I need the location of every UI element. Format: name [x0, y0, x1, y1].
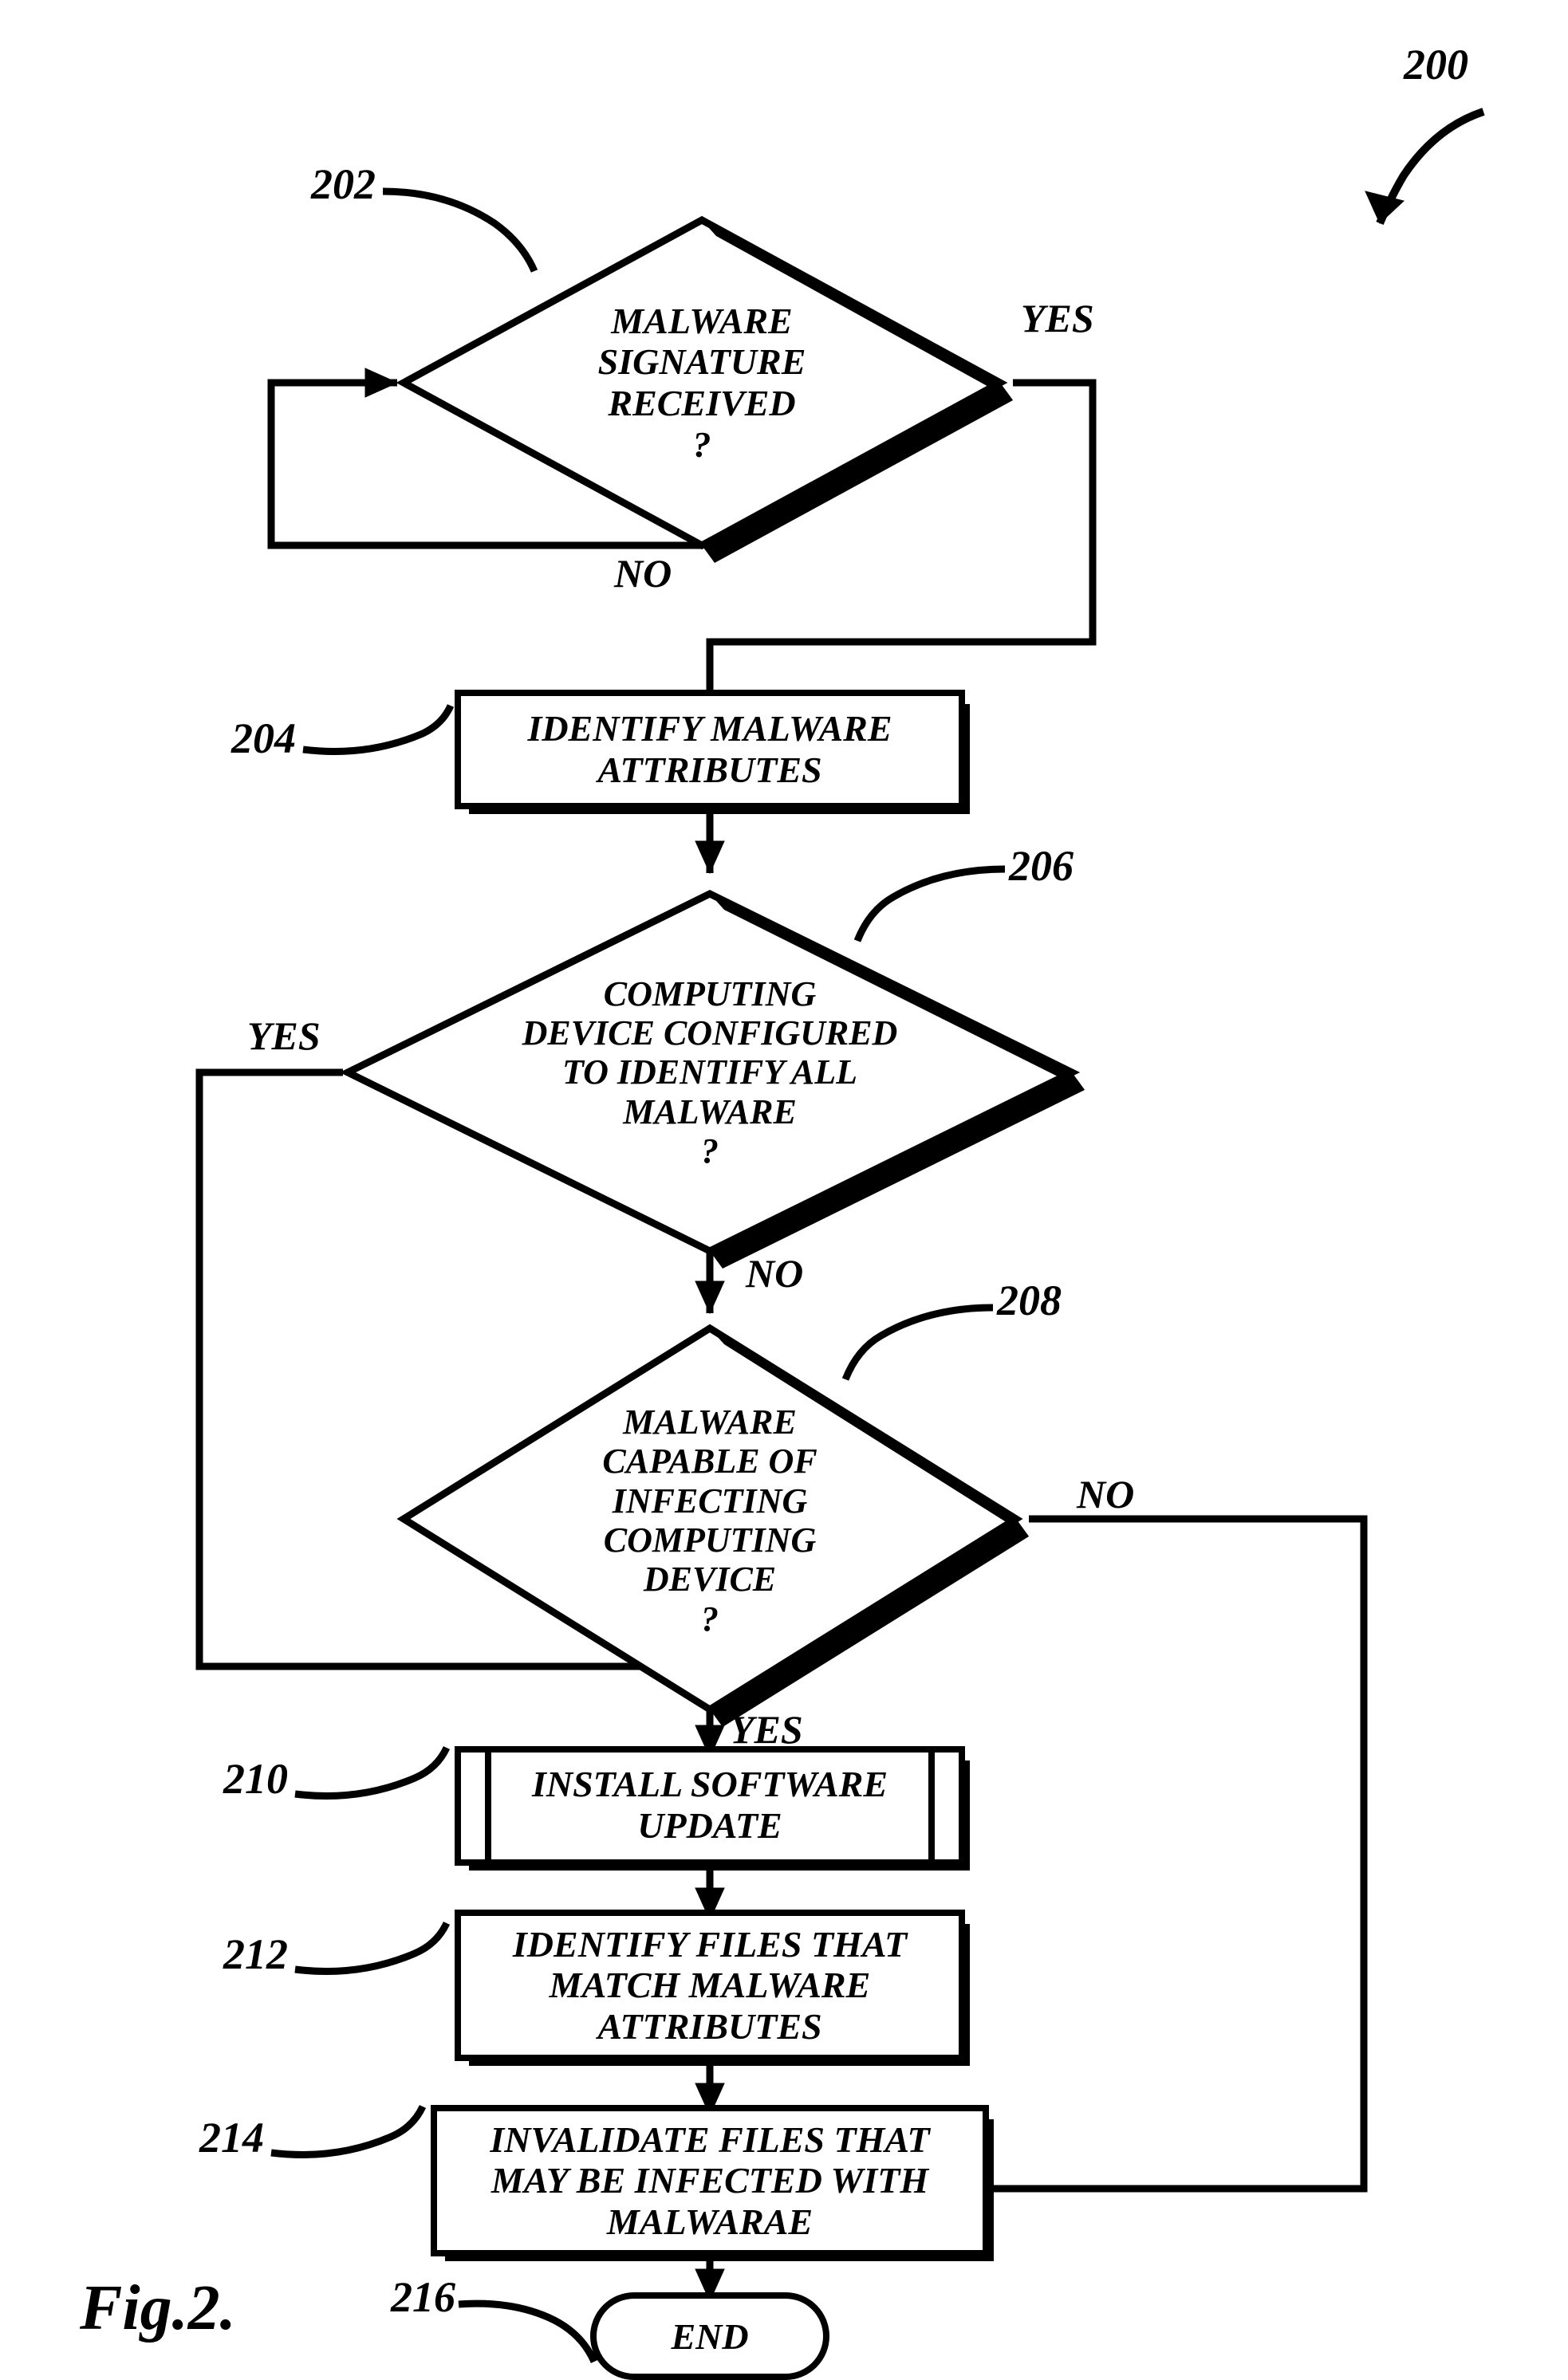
label-202-yes: YES — [1021, 295, 1094, 341]
ref-200: 200 — [1404, 40, 1468, 89]
ref-210: 210 — [223, 1754, 288, 1804]
lead-214 — [263, 2097, 431, 2185]
subroutine-210-text: INSTALL SOFTWARE UPDATE — [494, 1749, 925, 1861]
lead-204 — [295, 694, 455, 773]
process-214-text: INVALIDATE FILES THAT MAY BE INFECTED WI… — [431, 2109, 989, 2252]
text-span: END — [671, 2315, 748, 2358]
ref-212: 212 — [223, 1930, 288, 1979]
arrow-200 — [1356, 104, 1499, 231]
terminator-end: END — [590, 2292, 829, 2380]
label-206-no: NO — [746, 1250, 803, 1296]
figure-caption: Fig.2. — [80, 2272, 236, 2345]
ref-206: 206 — [1009, 841, 1074, 891]
label-206-yes: YES — [247, 1013, 321, 1059]
process-212-text: IDENTIFY FILES THAT MATCH MALWARE ATTRIB… — [455, 1914, 965, 2057]
text-span: INVALIDATE FILES THAT MAY BE INFECTED WI… — [490, 2119, 929, 2243]
process-204-text: IDENTIFY MALWARE ATTRIBUTES — [455, 694, 965, 805]
edge-202-yes — [702, 363, 1117, 698]
ref-202: 202 — [311, 159, 376, 209]
ref-208: 208 — [997, 1276, 1062, 1325]
text-span: IDENTIFY MALWARE ATTRIBUTES — [527, 708, 892, 790]
text-span: IDENTIFY FILES THAT MATCH MALWARE ATTRIB… — [513, 1924, 907, 2048]
flowchart-canvas: 200 202 MALWARE SIGNATURE RECEIVED ? YES… — [0, 0, 1568, 2275]
lead-210 — [287, 1738, 455, 1826]
lead-212 — [287, 1914, 455, 2001]
lead-216 — [451, 2288, 602, 2368]
edge-202-no-loop — [255, 375, 718, 582]
ref-204: 204 — [231, 714, 296, 763]
ref-216: 216 — [391, 2272, 455, 2322]
ref-214: 214 — [199, 2113, 264, 2162]
text-span: INSTALL SOFTWARE UPDATE — [532, 1764, 888, 1846]
